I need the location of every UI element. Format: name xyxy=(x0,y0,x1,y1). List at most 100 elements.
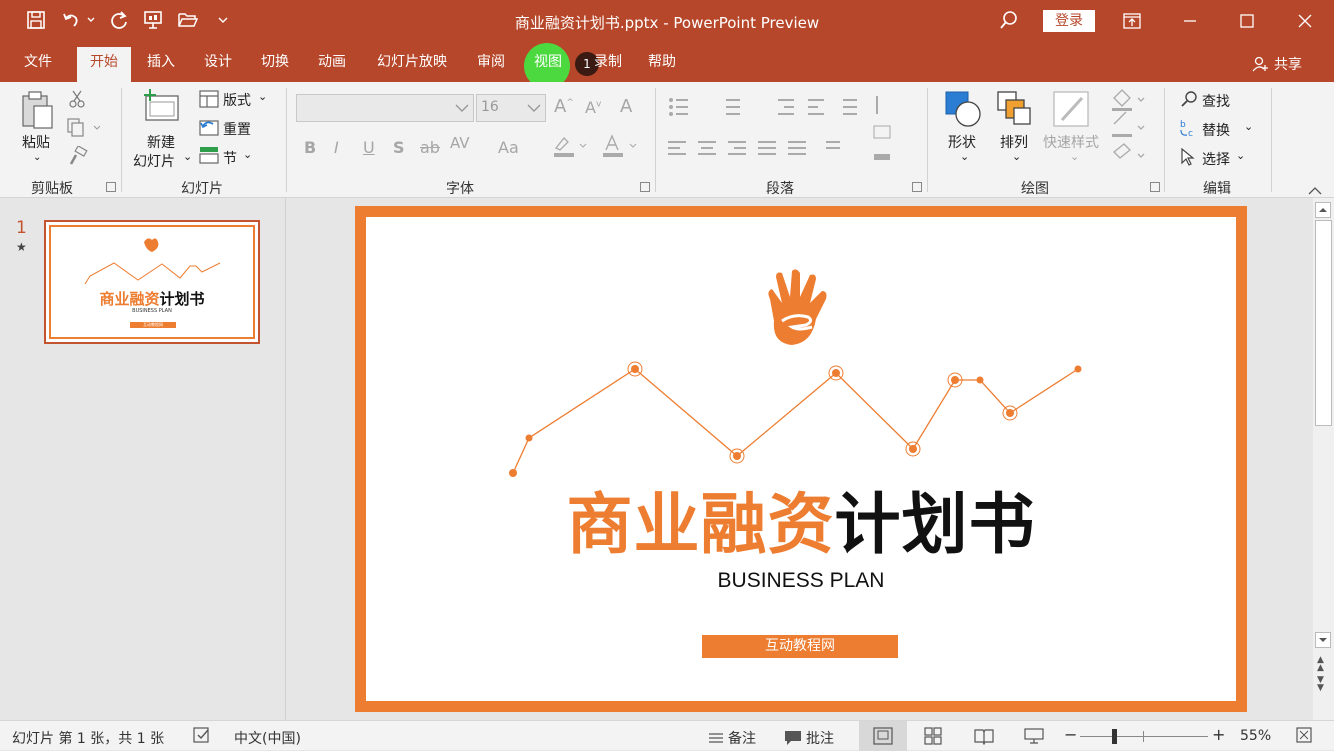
tab-slideshow[interactable]: 幻灯片放映 xyxy=(367,50,457,82)
save-icon[interactable] xyxy=(25,9,47,31)
tab-record[interactable]: 录制 xyxy=(590,50,626,82)
tab-review[interactable]: 审阅 xyxy=(469,50,513,82)
slide-title[interactable]: 商业融资计划书 xyxy=(366,487,1236,563)
undo-icon[interactable] xyxy=(60,9,82,31)
bold-button[interactable]: B xyxy=(304,138,316,157)
tab-file[interactable]: 文件 xyxy=(16,50,60,82)
replace-label[interactable]: 替换 xyxy=(1202,120,1230,140)
copy-icon[interactable] xyxy=(66,118,101,142)
font-size-combo[interactable]: 16 xyxy=(476,94,546,122)
tab-help[interactable]: 帮助 xyxy=(640,50,684,82)
accessibility-icon[interactable] xyxy=(192,726,212,748)
zoom-slider-thumb[interactable] xyxy=(1112,729,1117,744)
scroll-down-icon[interactable] xyxy=(1315,632,1331,648)
language-label[interactable]: 中文(中国) xyxy=(234,728,301,748)
section-icon[interactable] xyxy=(199,146,219,168)
open-folder-icon[interactable] xyxy=(177,9,199,31)
login-button[interactable]: 登录 xyxy=(1043,10,1095,32)
scroll-up-icon[interactable] xyxy=(1315,202,1331,218)
select-icon[interactable] xyxy=(1180,147,1196,170)
arrange-dropdown-icon[interactable]: ⌄ xyxy=(1012,150,1021,163)
layout-icon[interactable] xyxy=(199,90,219,112)
replace-icon[interactable]: bc xyxy=(1178,118,1198,142)
select-dropdown-icon[interactable]: ⌄ xyxy=(1236,149,1245,162)
redo-icon[interactable] xyxy=(108,9,130,31)
vertical-scrollbar[interactable]: ▲ ▲ ▼ ▼ xyxy=(1313,198,1334,720)
paragraph-tools-icon[interactable] xyxy=(668,96,918,180)
quick-styles-icon[interactable] xyxy=(1052,90,1092,134)
increase-font-icon[interactable]: A^ xyxy=(554,96,574,117)
close-icon[interactable] xyxy=(1282,0,1328,42)
shape-fill-icon[interactable] xyxy=(1110,88,1146,172)
zoom-slider[interactable] xyxy=(1080,736,1208,737)
font-color-icon[interactable] xyxy=(602,134,642,162)
italic-button[interactable]: I xyxy=(334,138,339,157)
new-slide-dropdown-icon[interactable]: ⌄ xyxy=(183,150,192,163)
slide-sorter-icon[interactable] xyxy=(924,727,942,749)
select-label[interactable]: 选择 xyxy=(1202,149,1230,169)
slide-subtitle[interactable]: BUSINESS PLAN xyxy=(366,569,1236,593)
paste-label[interactable]: 粘贴 xyxy=(22,132,50,152)
reading-view-icon[interactable] xyxy=(974,727,994,749)
customize-toolbar-icon[interactable] xyxy=(214,9,232,31)
presentation-icon[interactable] xyxy=(142,9,164,31)
slide-button[interactable]: 互动教程网 xyxy=(702,635,898,658)
quick-styles-dropdown-icon[interactable]: ⌄ xyxy=(1070,150,1079,163)
paste-icon[interactable] xyxy=(20,90,56,134)
quick-styles-label[interactable]: 快速样式 xyxy=(1043,132,1099,152)
tab-home[interactable]: 开始 xyxy=(77,47,131,82)
section-dropdown-icon[interactable]: ⌄ xyxy=(243,148,252,161)
arrange-label[interactable]: 排列 xyxy=(1000,132,1028,152)
reset-icon[interactable] xyxy=(199,118,219,140)
next-slide-icon[interactable]: ▼ ▼ xyxy=(1317,676,1324,693)
paste-dropdown-icon[interactable]: ⌄ xyxy=(33,152,41,163)
shapes-icon[interactable] xyxy=(944,90,984,134)
arrange-icon[interactable] xyxy=(996,90,1034,132)
drawing-launcher-icon[interactable] xyxy=(1150,182,1160,192)
shapes-label[interactable]: 形状 xyxy=(948,132,976,152)
tab-transitions[interactable]: 切换 xyxy=(253,50,297,82)
minimize-icon[interactable] xyxy=(1167,0,1213,42)
undo-dropdown-icon[interactable] xyxy=(84,9,98,31)
zoom-in-icon[interactable]: + xyxy=(1212,725,1225,744)
ribbon-display-icon[interactable] xyxy=(1109,0,1155,42)
comments-button[interactable]: 批注 xyxy=(784,728,834,748)
underline-button[interactable]: U xyxy=(363,138,375,157)
font-name-combo[interactable] xyxy=(296,94,474,122)
char-spacing-button[interactable]: AV xyxy=(450,134,470,152)
layout-label[interactable]: 版式 xyxy=(223,90,251,110)
shadow-button[interactable]: S xyxy=(393,138,405,157)
slide[interactable]: 商业融资计划书 BUSINESS PLAN 互动教程网 xyxy=(355,206,1247,712)
find-icon[interactable] xyxy=(1180,90,1198,112)
new-slide-label[interactable]: 新建 xyxy=(147,132,175,152)
change-case-button[interactable]: Aa xyxy=(498,138,519,157)
clear-formatting-icon[interactable]: A xyxy=(620,96,632,117)
slideshow-icon[interactable] xyxy=(1024,727,1044,749)
scroll-thumb[interactable] xyxy=(1315,220,1332,426)
share-button[interactable]: 共享 xyxy=(1252,54,1302,74)
previous-slide-icon[interactable]: ▲ ▲ xyxy=(1317,656,1324,673)
zoom-level[interactable]: 55% xyxy=(1240,728,1271,744)
tab-insert[interactable]: 插入 xyxy=(139,50,183,82)
slide-thumbnail[interactable]: 商业融资计划书 BUSINESS PLAN 互动教程网 xyxy=(44,220,260,344)
strikethrough-button[interactable]: ab xyxy=(420,138,440,157)
search-icon[interactable] xyxy=(998,9,1020,31)
layout-dropdown-icon[interactable]: ⌄ xyxy=(258,90,267,103)
normal-view-button[interactable] xyxy=(859,721,907,751)
reset-label[interactable]: 重置 xyxy=(223,119,251,139)
tab-design[interactable]: 设计 xyxy=(196,50,240,82)
new-slide-label2[interactable]: 幻灯片 xyxy=(133,151,175,171)
clipboard-launcher-icon[interactable] xyxy=(106,182,116,192)
cut-icon[interactable] xyxy=(68,90,86,112)
fit-to-window-icon[interactable] xyxy=(1296,727,1312,747)
section-label[interactable]: 节 xyxy=(223,148,237,168)
font-launcher-icon[interactable] xyxy=(640,182,650,192)
find-label[interactable]: 查找 xyxy=(1202,91,1230,111)
new-slide-icon[interactable] xyxy=(142,88,182,128)
decrease-font-icon[interactable]: Av xyxy=(585,98,601,117)
replace-dropdown-icon[interactable]: ⌄ xyxy=(1244,120,1253,133)
maximize-icon[interactable] xyxy=(1224,0,1270,42)
highlight-color-icon[interactable] xyxy=(552,134,592,162)
tab-animations[interactable]: 动画 xyxy=(310,50,354,82)
notes-button[interactable]: 备注 xyxy=(708,728,756,748)
